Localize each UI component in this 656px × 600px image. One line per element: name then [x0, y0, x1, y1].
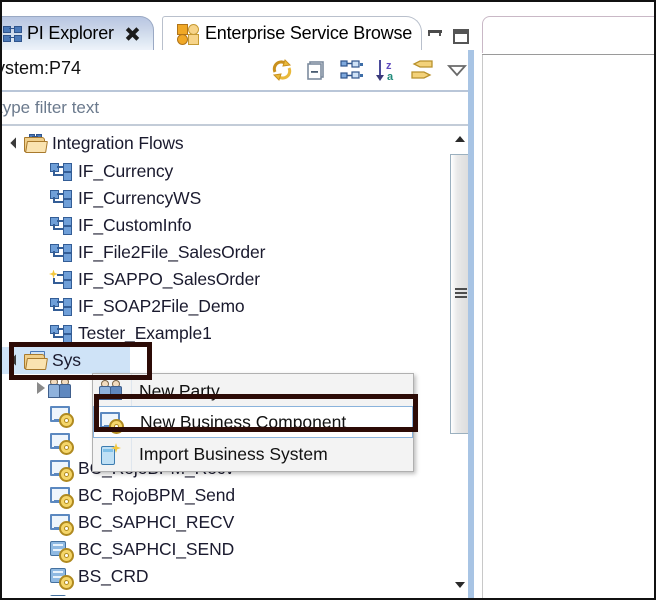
- tree-item-if-currency[interactable]: IF_Currency: [2, 158, 173, 185]
- integration-flow-icon: [50, 324, 72, 343]
- scrollbar-thumb[interactable]: [450, 154, 470, 434]
- business-component-icon: [100, 411, 126, 434]
- tree-item-label: BC_RojoBPM_Send: [78, 485, 236, 505]
- pi-explorer-view: PI Explorer Enterprise Service Browse ys…: [2, 2, 474, 598]
- tree-item-label: Tester_Example1: [78, 323, 212, 343]
- business-system-icon: [50, 594, 72, 596]
- menu-item-label: Import Business System: [139, 443, 328, 464]
- view-header: ystem:P74 z a: [2, 50, 474, 90]
- menu-item-new-business-component[interactable]: New Business Component: [93, 406, 413, 438]
- pi-explorer-tree[interactable]: Integration Flows IF_Currency IF_Currenc…: [2, 128, 474, 596]
- tree-item-if-file2file-salesorder[interactable]: IF_File2File_SalesOrder: [2, 239, 265, 266]
- business-component-icon: [50, 405, 74, 428]
- integration-flow-icon: [50, 243, 72, 262]
- tree-item-bs-crd[interactable]: BS_CRD: [2, 563, 149, 590]
- tree-item-if-sappo-salesorder[interactable]: IF_SAPPO_SalesOrder: [2, 266, 260, 293]
- business-component-icon: [50, 513, 74, 536]
- folder-systems-icon: [24, 351, 48, 370]
- close-icon[interactable]: [124, 26, 140, 42]
- tree-item-partial[interactable]: [2, 590, 78, 596]
- tree-node-label: Sys: [52, 350, 81, 370]
- tree-item-if-currencyws[interactable]: IF_CurrencyWS: [2, 185, 201, 212]
- tree-item-label: IF_File2File_SalesOrder: [78, 242, 266, 262]
- party-icon: [48, 378, 72, 398]
- tree-item-label: BC_SAPHCI_RECV: [78, 512, 235, 532]
- menu-item-import-business-system[interactable]: Import Business System: [93, 438, 413, 470]
- maximize-icon[interactable]: [452, 28, 471, 46]
- scrollbar-grip-icon: [455, 288, 467, 300]
- tab-enterprise-service-browser[interactable]: Enterprise Service Browse: [162, 16, 422, 50]
- expand-arrow-icon[interactable]: [10, 137, 24, 151]
- tree-item-label: BC_SAPHCI_SEND: [78, 539, 235, 559]
- tab-pi-explorer[interactable]: PI Explorer: [2, 16, 154, 50]
- business-system-icon: [50, 540, 74, 563]
- tree-item-label: IF_CurrencyWS: [78, 188, 202, 208]
- minimize-icon[interactable]: [426, 29, 445, 46]
- view-right-rail: [468, 50, 474, 598]
- tree-item-tester-example1[interactable]: Tester_Example1: [2, 320, 212, 347]
- business-system-icon: [50, 567, 74, 590]
- business-component-icon: [50, 459, 74, 482]
- tab-label: PI Explorer: [27, 23, 114, 43]
- tree-node-label: Integration Flows: [52, 133, 184, 153]
- scroll-down-icon[interactable]: [451, 578, 469, 592]
- tree-item-label: IF_CustomInfo: [78, 215, 192, 235]
- view-toolbar: z a: [270, 54, 469, 86]
- refresh-icon[interactable]: [270, 58, 294, 82]
- tree-item-parties[interactable]: [2, 374, 78, 401]
- tab-label: Enterprise Service Browse: [205, 23, 413, 43]
- integration-flow-icon: [50, 216, 72, 235]
- folder-integration-icon: [24, 134, 48, 153]
- integration-flow-icon: [50, 162, 72, 181]
- collapse-all-icon[interactable]: [305, 58, 329, 82]
- integration-flow-icon: [50, 189, 72, 208]
- tree-node-systems[interactable]: Sys: [2, 347, 130, 374]
- import-business-system-icon: [99, 443, 125, 465]
- integration-flow-icon: [3, 25, 23, 43]
- view-tab-strip: PI Explorer Enterprise Service Browse: [2, 10, 474, 56]
- business-component-icon: [50, 432, 74, 455]
- link-with-editor-icon[interactable]: [340, 58, 364, 82]
- editor-body: [482, 55, 654, 598]
- business-component-icon: [50, 486, 74, 509]
- editor-tab-placeholder[interactable]: [482, 16, 654, 53]
- integration-flow-new-icon: [49, 269, 72, 289]
- service-grid-icon: [177, 23, 199, 45]
- party-icon: [99, 380, 125, 402]
- application-window: PI Explorer Enterprise Service Browse ys…: [0, 0, 656, 600]
- integration-flow-icon: [50, 297, 72, 316]
- context-menu[interactable]: New Party New Business Component Import …: [92, 373, 414, 472]
- tree-item-label: IF_SAPPO_SalesOrder: [78, 269, 260, 289]
- tree-item-bc-saphci-send[interactable]: BC_SAPHCI_SEND: [2, 536, 234, 563]
- filter-divider: [2, 124, 474, 126]
- collapse-arrow-icon[interactable]: [34, 381, 48, 395]
- scroll-up-icon[interactable]: [451, 132, 469, 146]
- tree-item-if-soap2file-demo[interactable]: IF_SOAP2File_Demo: [2, 293, 245, 320]
- view-menu-icon[interactable]: [445, 58, 469, 82]
- editor-area-panel: [476, 6, 654, 598]
- tree-node-integration-flows[interactable]: Integration Flows: [2, 130, 184, 157]
- swap-arrows-icon[interactable]: [410, 58, 434, 82]
- tree-item-label: IF_SOAP2File_Demo: [78, 296, 245, 316]
- menu-item-new-party[interactable]: New Party: [93, 375, 413, 407]
- tree-item-label: BS_CRD: [78, 566, 149, 586]
- expand-arrow-icon[interactable]: [10, 354, 24, 368]
- filter-input-row[interactable]: type filter text: [2, 92, 474, 124]
- tree-item-if-custominfo[interactable]: IF_CustomInfo: [2, 212, 192, 239]
- filter-placeholder-text: type filter text: [0, 98, 100, 117]
- scrollbar-track[interactable]: [450, 150, 470, 550]
- tree-item-label: IF_Currency: [78, 161, 174, 181]
- menu-item-label: New Business Component: [140, 411, 347, 432]
- tree-item-bc-saphci-recv[interactable]: BC_SAPHCI_RECV: [2, 509, 234, 536]
- window-controls: [426, 24, 472, 50]
- tree-item-business-component-2[interactable]: [2, 428, 78, 455]
- menu-item-label: New Party: [139, 380, 220, 401]
- tree-item-bc-rojobpm-send[interactable]: BC_RojoBPM_Send: [2, 482, 235, 509]
- tree-item-business-component-1[interactable]: [2, 401, 78, 428]
- sort-za-icon[interactable]: z a: [375, 58, 399, 83]
- svg-text:a: a: [387, 71, 394, 82]
- system-name-label: ystem:P74: [0, 58, 82, 78]
